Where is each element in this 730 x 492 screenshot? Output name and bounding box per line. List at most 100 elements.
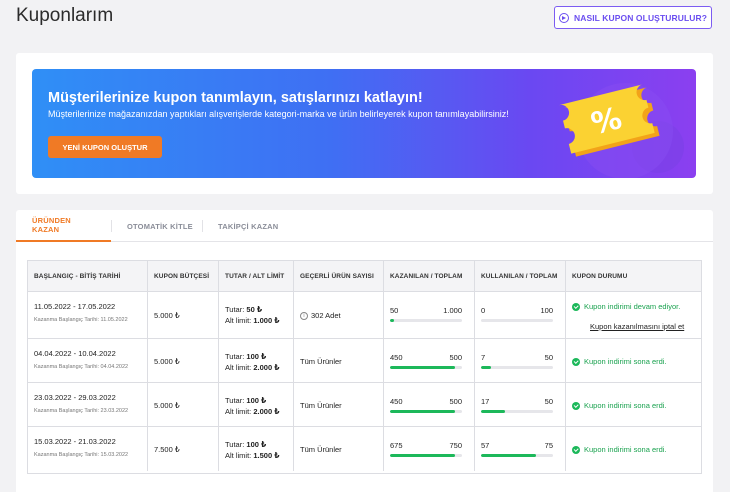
banner-card: Müşterilerinize kupon tanımlayın, satışl… — [16, 53, 713, 194]
table-row: 04.04.2022 - 10.04.2022 Kazanma Başlangı… — [28, 339, 701, 383]
column-header: KULLANILAN / TOPLAM — [475, 261, 566, 292]
date-cell: 04.04.2022 - 10.04.2022 Kazanma Başlangı… — [28, 339, 148, 383]
amount-label: Tutar: — [225, 396, 245, 405]
used-progress-fill — [481, 454, 536, 457]
date-cell: 15.03.2022 - 21.03.2022 Kazanma Başlangı… — [28, 427, 148, 471]
earned-total: 750 — [449, 441, 462, 450]
table-header: BAŞLANGIÇ - BİTİŞ TARİHİ KUPON BÜTÇESİ T… — [28, 261, 701, 292]
how-to-label: NASIL KUPON OLUŞTURULUR? — [573, 12, 708, 23]
status-cell: Kupon indirimi sona erdi. — [566, 427, 701, 471]
used-progress-bar — [481, 454, 553, 457]
amount-cell: Tutar: 100 ₺ Alt limit: 1.500 ₺ — [219, 427, 294, 471]
used-value: 57 — [481, 441, 490, 450]
status-text: Kupon indirimi sona erdi. — [584, 445, 667, 454]
date-range: 23.03.2022 - 29.03.2022 — [34, 393, 116, 402]
amount-cell: Tutar: 100 ₺ Alt limit: 2.000 ₺ — [219, 383, 294, 427]
limit-value: 1.000 ₺ — [253, 316, 280, 325]
tab-divider — [202, 220, 203, 232]
tab-otomatik-kitle[interactable]: OTOMATİK KİTLE — [127, 210, 193, 242]
column-header: BAŞLANGIÇ - BİTİŞ TARİHİ — [28, 261, 148, 292]
start-date-note: Kazanma Başlangıç Tarihi: 04.04.2022 — [34, 364, 129, 370]
used-progress-bar — [481, 366, 553, 369]
earned-total: 500 — [449, 353, 462, 362]
limit-value: 1.500 ₺ — [253, 451, 280, 460]
used-progress-bar — [481, 410, 553, 413]
used-total: 75 — [544, 441, 553, 450]
cancel-coupon-link[interactable]: Kupon kazanılmasını iptal et — [590, 322, 684, 331]
column-header: KUPON DURUMU — [572, 273, 628, 280]
amount-label: Tutar: — [225, 440, 245, 449]
coupon-ticket-icon: % — [559, 83, 684, 178]
products-cell: Tüm Ürünler — [294, 427, 384, 471]
products-cell: Tüm Ürünler — [294, 383, 384, 427]
earned-progress-fill — [390, 319, 394, 322]
earned-value: 50 — [390, 306, 399, 315]
limit-value: 2.000 ₺ — [253, 363, 280, 372]
used-cell: 17 50 — [475, 383, 566, 427]
date-cell: 11.05.2022 - 17.05.2022 Kazanma Başlangı… — [28, 292, 148, 339]
earned-total: 1.000 — [443, 306, 462, 315]
budget-cell: 7.500 ₺ — [148, 427, 219, 471]
page-title: Kuponlarım — [16, 5, 114, 26]
limit-label: Alt limit: — [225, 316, 252, 325]
banner-title: Müşterilerinize kupon tanımlayın, satışl… — [48, 90, 423, 106]
column-header: TUTAR / ALT LİMİT — [219, 261, 294, 292]
check-circle-icon — [572, 303, 580, 311]
status-text: Kupon indirimi sona erdi. — [584, 401, 667, 410]
earned-progress-bar — [390, 319, 462, 322]
earned-cell: 450 500 — [384, 339, 475, 383]
check-circle-icon — [572, 446, 580, 454]
used-total: 100 — [540, 306, 553, 315]
used-cell: 7 50 — [475, 339, 566, 383]
earned-progress-fill — [390, 366, 455, 369]
budget-cell: 5.000 ₺ — [148, 292, 219, 339]
used-total: 50 — [544, 397, 553, 406]
amount-cell: Tutar: 100 ₺ Alt limit: 2.000 ₺ — [219, 339, 294, 383]
column-header: KUPON BÜTÇESİ — [148, 261, 219, 292]
budget-cell: 5.000 ₺ — [148, 339, 219, 383]
earned-progress-fill — [390, 454, 455, 457]
info-icon[interactable]: i — [300, 311, 308, 320]
earned-cell: 675 750 — [384, 427, 475, 471]
banner-subtitle: Müşterilerinize mağazanızdan yaptıkları … — [48, 109, 509, 119]
used-value: 17 — [481, 397, 490, 406]
earned-progress-bar — [390, 366, 462, 369]
check-circle-icon — [572, 358, 580, 366]
used-progress-fill — [481, 366, 492, 369]
tab-urunden-kazan[interactable]: ÜRÜNDEN KAZAN — [16, 210, 111, 242]
status-badge: Kupon indirimi sona erdi. — [572, 401, 692, 411]
create-coupon-button[interactable]: YENİ KUPON OLUŞTUR — [48, 136, 162, 158]
earned-progress-fill — [390, 410, 455, 413]
earned-total: 500 — [449, 397, 462, 406]
status-cell: Kupon indirimi sona erdi. — [566, 383, 701, 427]
status-text: Kupon indirimi devam ediyor. — [584, 302, 681, 311]
start-date-note: Kazanma Başlangıç Tarihi: 15.03.2022 — [34, 452, 129, 458]
budget-cell: 5.000 ₺ — [148, 383, 219, 427]
limit-label: Alt limit: — [225, 451, 252, 460]
table-row: 11.05.2022 - 17.05.2022 Kazanma Başlangı… — [28, 292, 701, 339]
tab-takipci-kazan[interactable]: TAKİPÇİ KAZAN — [218, 210, 278, 242]
coupons-card: ÜRÜNDEN KAZAN OTOMATİK KİTLE TAKİPÇİ KAZ… — [16, 210, 713, 492]
tab-divider — [111, 220, 112, 232]
check-circle-icon — [572, 402, 580, 410]
promo-banner: Müşterilerinize kupon tanımlayın, satışl… — [32, 69, 696, 178]
tab-bar: ÜRÜNDEN KAZAN OTOMATİK KİTLE TAKİPÇİ KAZ… — [16, 210, 713, 242]
earned-cell: 450 500 — [384, 383, 475, 427]
amount-value: 100 ₺ — [246, 396, 267, 405]
table-row: 15.03.2022 - 21.03.2022 Kazanma Başlangı… — [28, 427, 701, 471]
earned-cell: 50 1.000 — [384, 292, 475, 339]
earned-progress-bar — [390, 410, 462, 413]
column-header: GEÇERLİ ÜRÜN SAYISI — [294, 261, 384, 292]
date-range: 04.04.2022 - 10.04.2022 — [34, 349, 116, 358]
status-cell: Kupon indirimi devam ediyor. Kupon kazan… — [566, 292, 701, 339]
how-to-create-coupon-button[interactable]: NASIL KUPON OLUŞTURULUR? — [554, 6, 712, 29]
products-cell: Tüm Ürünler — [294, 339, 384, 383]
date-range: 11.05.2022 - 17.05.2022 — [34, 302, 116, 311]
limit-value: 2.000 ₺ — [253, 407, 280, 416]
amount-value: 50 ₺ — [246, 305, 263, 314]
date-range: 15.03.2022 - 21.03.2022 — [34, 437, 116, 446]
status-cell: Kupon indirimi sona erdi. — [566, 339, 701, 383]
status-badge: Kupon indirimi sona erdi. — [572, 357, 692, 367]
coupons-table: BAŞLANGIÇ - BİTİŞ TARİHİ KUPON BÜTÇESİ T… — [27, 260, 702, 474]
amount-label: Tutar: — [225, 352, 245, 361]
